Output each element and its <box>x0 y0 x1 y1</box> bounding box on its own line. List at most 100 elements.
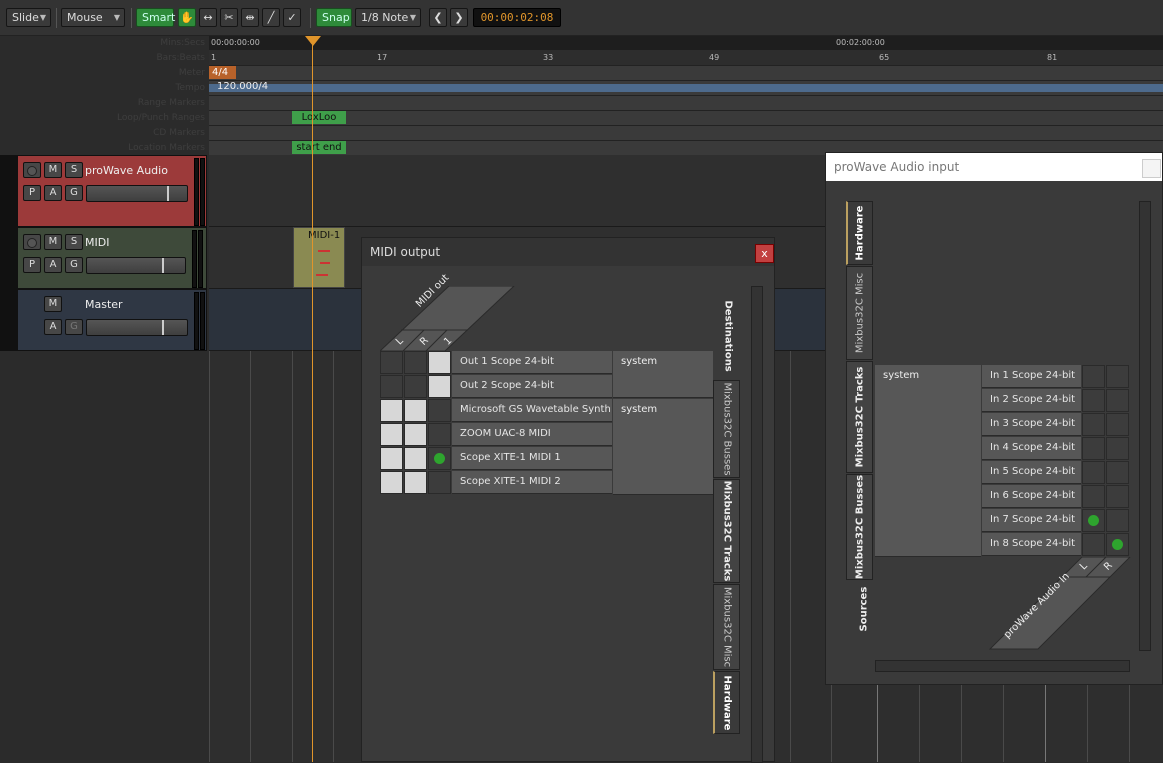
mute-button[interactable]: M <box>44 296 62 312</box>
gain-fader[interactable] <box>86 185 188 202</box>
matrix-cell[interactable] <box>1082 509 1105 532</box>
edit-mode-dropdown[interactable]: Slide ▼ <box>6 8 51 27</box>
playhead-marker-icon[interactable] <box>305 36 321 46</box>
matrix-cell[interactable] <box>1106 509 1129 532</box>
timeline-rulers[interactable]: 00:00:00:00 00:02:00:00 1 17 33 49 65 81… <box>209 36 1163 156</box>
matrix-cell[interactable] <box>1082 389 1105 412</box>
matrix-cell[interactable] <box>1082 533 1105 556</box>
cd-ruler[interactable] <box>209 125 1163 141</box>
tempo-marker[interactable]: 120.000/4 <box>217 81 268 92</box>
playhead-line[interactable] <box>312 36 313 762</box>
meter-ruler[interactable]: 4/4 <box>209 65 1163 81</box>
tab-hardware[interactable]: Hardware <box>713 671 740 734</box>
matrix-cell[interactable] <box>380 375 403 398</box>
fader-knob[interactable] <box>162 320 164 335</box>
matrix-cell[interactable] <box>1082 365 1105 388</box>
matrix-cell[interactable] <box>1106 485 1129 508</box>
track-name[interactable]: MIDI <box>85 236 109 249</box>
mouse-mode-dropdown[interactable]: Mouse ▼ <box>61 8 125 27</box>
audition-icon[interactable]: ✓ <box>283 8 301 27</box>
minsecs-ruler[interactable]: 00:00:00:00 00:02:00:00 <box>209 36 1163 51</box>
automation-button[interactable]: A <box>44 257 62 273</box>
solo-button[interactable]: S <box>65 162 83 178</box>
matrix-cell[interactable] <box>428 447 451 470</box>
audio-track-header[interactable]: M S proWave Audio P A G <box>17 155 207 227</box>
matrix-cell[interactable] <box>380 399 403 422</box>
tab-hardware[interactable]: Hardware <box>846 201 873 265</box>
track-name[interactable]: proWave Audio <box>85 164 168 177</box>
matrix-cell[interactable] <box>1106 437 1129 460</box>
horizontal-scrollbar[interactable] <box>875 660 1130 672</box>
connection-matrix[interactable]: Out 1 Scope 24-bit Out 2 Scope 24-bit Mi… <box>380 351 713 495</box>
nudge-back-icon[interactable]: ❮ <box>429 8 447 27</box>
tab-mixbus32c-busses[interactable]: Mixbus32C Busses <box>713 380 740 478</box>
vertical-scrollbar[interactable] <box>751 286 763 763</box>
nudge-clock[interactable]: 00:00:02:08 <box>473 8 561 27</box>
matrix-cell[interactable] <box>1106 389 1129 412</box>
midi-region[interactable]: MIDI-1 <box>293 227 345 288</box>
matrix-cell[interactable] <box>428 423 451 446</box>
connection-matrix[interactable]: In 1 Scope 24-bit In 2 Scope 24-bit In 3… <box>982 365 1130 557</box>
solo-button[interactable]: S <box>65 234 83 250</box>
close-button[interactable] <box>1142 159 1161 178</box>
matrix-cell[interactable] <box>1082 413 1105 436</box>
snap-button[interactable]: Snap <box>316 8 352 27</box>
matrix-cell[interactable] <box>380 423 403 446</box>
tab-mixbus32c-tracks[interactable]: Mixbus32C Tracks <box>846 361 873 473</box>
automation-button[interactable]: A <box>44 319 62 335</box>
matrix-cell[interactable] <box>404 471 427 494</box>
tab-mixbus32c-misc[interactable]: Mixbus32C Misc <box>713 584 740 670</box>
matrix-cell[interactable] <box>1106 413 1129 436</box>
midi-track-header[interactable]: M S MIDI P A G <box>17 227 207 289</box>
fader-knob[interactable] <box>162 258 164 273</box>
matrix-cell[interactable] <box>380 351 403 374</box>
record-enable-button[interactable] <box>23 234 41 250</box>
playlist-button[interactable]: P <box>23 257 41 273</box>
matrix-cell[interactable] <box>404 399 427 422</box>
smart-mode-button[interactable]: Smart <box>136 8 175 27</box>
fader-knob[interactable] <box>167 186 169 201</box>
matrix-cell[interactable] <box>428 471 451 494</box>
stretch-icon[interactable]: ⇹ <box>241 8 259 27</box>
matrix-cell[interactable] <box>1106 461 1129 484</box>
automation-button[interactable]: A <box>44 185 62 201</box>
gain-fader[interactable] <box>86 319 188 336</box>
matrix-cell[interactable] <box>1106 533 1129 556</box>
loop-punch-ruler[interactable]: LoxLoo <box>209 110 1163 126</box>
session-range-marker[interactable]: start end <box>292 141 346 154</box>
matrix-cell[interactable] <box>380 471 403 494</box>
matrix-cell[interactable] <box>1082 485 1105 508</box>
matrix-cell[interactable] <box>404 447 427 470</box>
matrix-cell[interactable] <box>1106 365 1129 388</box>
matrix-cell[interactable] <box>380 447 403 470</box>
tab-mixbus32c-busses[interactable]: Mixbus32C Busses <box>846 474 873 580</box>
group-button[interactable]: G <box>65 319 83 335</box>
vertical-scrollbar[interactable] <box>1139 201 1151 651</box>
bars-ruler[interactable]: 1 17 33 49 65 81 <box>209 50 1163 66</box>
gain-fader[interactable] <box>86 257 186 274</box>
range-ruler[interactable] <box>209 95 1163 111</box>
matrix-cell[interactable] <box>1082 437 1105 460</box>
draw-icon[interactable]: ╱ <box>262 8 280 27</box>
cut-icon[interactable]: ✂ <box>220 8 238 27</box>
master-track-header[interactable]: M Master A G <box>17 289 207 351</box>
nudge-forward-icon[interactable]: ❯ <box>450 8 468 27</box>
tab-mixbus32c-misc[interactable]: Mixbus32C Misc <box>846 266 873 360</box>
mute-button[interactable]: M <box>44 162 62 178</box>
grab-icon[interactable]: ✋ <box>178 8 196 27</box>
loop-range-marker[interactable]: LoxLoo <box>292 111 346 124</box>
group-button[interactable]: G <box>65 185 83 201</box>
tempo-ruler[interactable]: 120.000/4 <box>209 80 1163 96</box>
range-icon[interactable]: ↔ <box>199 8 217 27</box>
matrix-cell[interactable] <box>404 375 427 398</box>
record-enable-button[interactable] <box>23 162 41 178</box>
meter-marker[interactable]: 4/4 <box>209 66 236 79</box>
mute-button[interactable]: M <box>44 234 62 250</box>
matrix-cell[interactable] <box>1082 461 1105 484</box>
matrix-cell[interactable] <box>428 399 451 422</box>
track-name[interactable]: Master <box>85 298 123 311</box>
close-button[interactable]: x <box>755 244 774 263</box>
matrix-cell[interactable] <box>404 423 427 446</box>
group-button[interactable]: G <box>65 257 83 273</box>
grid-type-dropdown[interactable]: 1/8 Note ▼ <box>355 8 421 27</box>
